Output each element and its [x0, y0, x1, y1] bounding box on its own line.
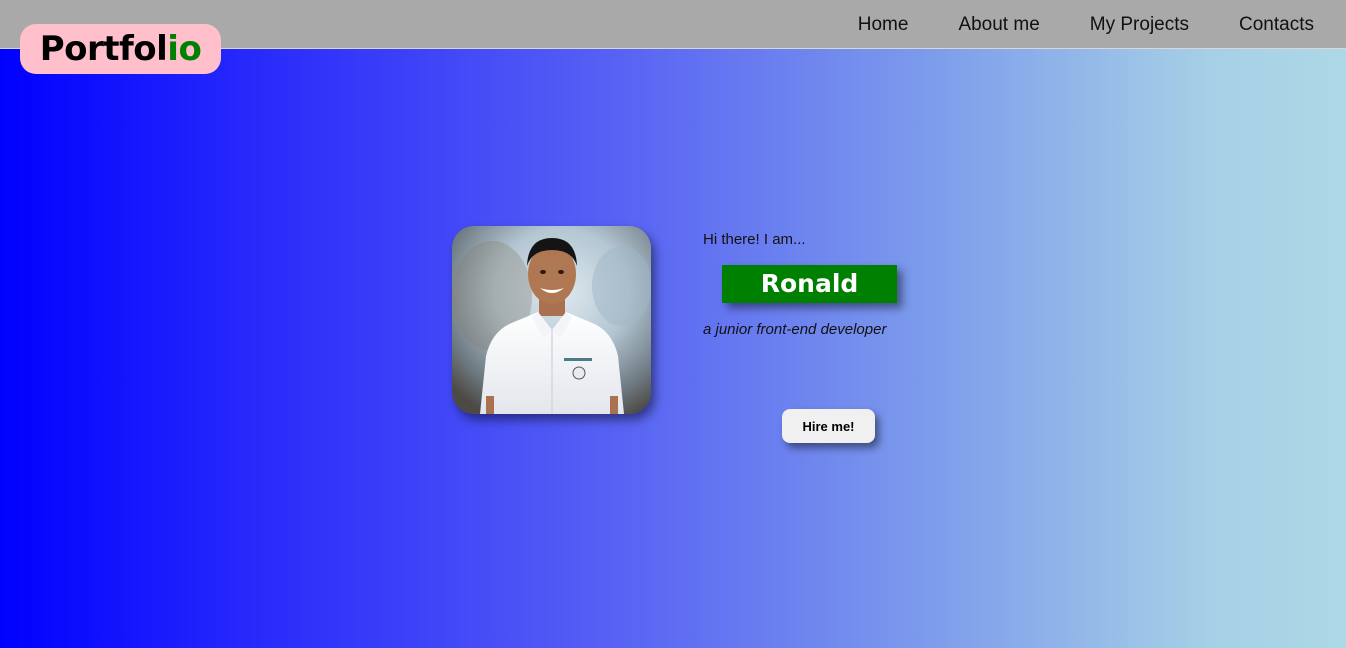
nav-projects-link[interactable]: My Projects: [1090, 14, 1189, 36]
nav-home-link[interactable]: Home: [858, 14, 909, 36]
main-nav: Home About me My Projects Contacts: [858, 0, 1314, 50]
greeting-text: Hi there! I am...: [703, 231, 806, 248]
profile-photo: [452, 226, 651, 414]
logo-text: Portfol: [39, 29, 168, 69]
site-logo[interactable]: Portfolio: [20, 24, 221, 74]
hire-me-button[interactable]: Hire me!: [782, 409, 875, 443]
nav-contacts-link[interactable]: Contacts: [1239, 14, 1314, 36]
tagline-text: a junior front-end developer: [703, 321, 887, 338]
nav-about-link[interactable]: About me: [958, 14, 1039, 36]
logo-accent-text: io: [167, 29, 202, 69]
name-badge: Ronald: [722, 265, 897, 303]
profile-photo-image: [452, 226, 651, 414]
